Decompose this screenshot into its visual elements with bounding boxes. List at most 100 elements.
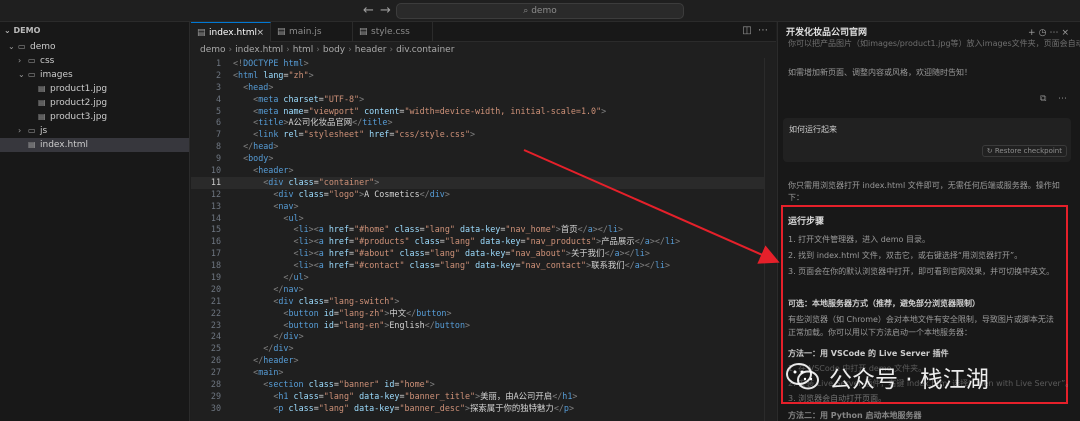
command-center-search[interactable]: ⌕ demo <box>396 3 684 19</box>
tree-item[interactable]: ⌄ ▭ demo <box>0 40 189 54</box>
code-line[interactable]: 5 <meta name="viewport" content="width=d… <box>191 106 776 118</box>
forward-arrow-icon[interactable]: → <box>380 3 391 18</box>
code-token: "lang-en" <box>338 319 385 330</box>
file-icon: ▤ <box>277 27 286 37</box>
code-line[interactable]: 13 <nav> <box>191 201 776 213</box>
more-icon[interactable]: ⋯ <box>1058 94 1067 104</box>
split-editor-icon[interactable]: ◫ <box>742 25 751 36</box>
code-token: > <box>429 379 435 390</box>
tree-item[interactable]: ▤ index.html <box>0 138 189 152</box>
line-source: <div class="logo">A Cosmetics</div> <box>233 189 450 201</box>
code-line[interactable]: 16 <li><a href="#products" class="lang" … <box>191 236 776 248</box>
code-token: "container" <box>318 176 375 187</box>
code-token: > <box>465 319 471 330</box>
close-icon[interactable]: × <box>256 23 264 43</box>
restore-checkpoint-button[interactable]: ↻ Restore checkpoint <box>981 145 1067 157</box>
line-source: <link rel="stylesheet" href="css/style.c… <box>233 129 475 141</box>
code-token: li <box>298 260 309 271</box>
tree-item[interactable]: ▤ product1.jpg <box>0 82 189 96</box>
breadcrumb-item[interactable]: html <box>293 45 314 55</box>
code-line[interactable]: 25 </div> <box>191 343 776 355</box>
code-token: "lang" <box>318 402 350 413</box>
tree-item-label: product3.jpg <box>50 112 108 122</box>
code-line[interactable]: 3 <head> <box>191 82 776 94</box>
code-line[interactable]: 19 </ul> <box>191 272 776 284</box>
code-line[interactable]: 9 <body> <box>191 153 776 165</box>
line-source: <section class="banner" id="home"> <box>233 379 435 391</box>
optional-title: 可选：本地服务器方式（推荐，避免部分浏览器限制） <box>788 299 980 308</box>
code-line[interactable]: 24 </div> <box>191 331 776 343</box>
code-token: li <box>298 236 309 247</box>
tab-main-js[interactable]: ▤ main.js <box>271 22 353 42</box>
line-source: <meta name="viewport" content="width=dev… <box>233 106 606 118</box>
code-line[interactable]: 21 <div class="lang-switch"> <box>191 296 776 308</box>
back-arrow-icon[interactable]: ← <box>363 3 374 18</box>
code-token: > <box>268 81 274 92</box>
code-line[interactable]: 17 <li><a href="#about" class="lang" dat… <box>191 248 776 260</box>
history-icon[interactable]: ◷ <box>1039 28 1050 38</box>
code-line[interactable]: 2 <html lang="zh"> <box>191 70 776 82</box>
breadcrumb-item[interactable]: demo <box>200 45 226 55</box>
code-token: > <box>446 307 452 318</box>
code-token: div <box>278 188 294 199</box>
add-icon[interactable]: + <box>1028 28 1039 38</box>
breadcrumb-item[interactable]: div.container <box>396 45 454 55</box>
tree-item[interactable]: ⌄ ▭ images <box>0 68 189 82</box>
code-token: "#about" <box>354 248 395 259</box>
explorer-section-header[interactable]: ⌄ DEMO <box>0 22 189 40</box>
code-line[interactable]: 8 </head> <box>191 141 776 153</box>
code-token: link <box>258 129 279 140</box>
tree-item[interactable]: › ▭ css <box>0 54 189 68</box>
line-source: <button id="lang-zh">中文</button> <box>233 307 452 320</box>
tree-item[interactable]: ▤ product2.jpg <box>0 96 189 110</box>
code-line[interactable]: 20 </nav> <box>191 284 776 296</box>
code-token: main <box>258 367 279 378</box>
code-line[interactable]: 28 <section class="banner" id="home"> <box>191 379 776 391</box>
code-token: "logo" <box>328 188 360 199</box>
line-number: 11 <box>210 176 221 187</box>
code-token: href <box>323 236 350 247</box>
copy-icon[interactable]: ⧉ <box>1040 94 1046 104</box>
code-token: </ <box>552 390 563 401</box>
tab-style-css[interactable]: ▤ style.css <box>353 22 433 42</box>
code-line[interactable]: 22 <button id="lang-zh">中文</button> <box>191 308 776 320</box>
code-token: "css/style.css" <box>394 129 471 140</box>
code-line[interactable]: 6 <title>A公司化妆品官网</title> <box>191 117 776 129</box>
code-line[interactable]: 18 <li><a href="#contact" class="lang" d… <box>191 260 776 272</box>
code-line[interactable]: 1 <!DOCTYPE html> <box>191 58 776 70</box>
code-view[interactable]: 1 <!DOCTYPE html> 2 <html lang="zh"> 3 <head… <box>191 58 776 421</box>
tab-index-html[interactable]: ▤ index.html × <box>191 22 271 42</box>
code-token: class <box>283 176 314 187</box>
tree-item[interactable]: ▤ product3.jpg <box>0 110 189 124</box>
close-icon[interactable]: × <box>1061 28 1072 38</box>
breadcrumb-item[interactable]: header <box>355 45 387 55</box>
code-line[interactable]: 12 <div class="logo">A Cosmetics</div> <box>191 189 776 201</box>
code-token: < <box>233 236 299 247</box>
code-token: ul <box>293 272 304 283</box>
code-token: li <box>634 248 645 259</box>
code-line[interactable]: 29 <h1 class="lang" data-key="banner_tit… <box>191 391 776 403</box>
code-token: "zh" <box>288 69 309 80</box>
breadcrumb-item[interactable]: index.html <box>235 45 283 55</box>
more-actions-icon[interactable]: ⋯ <box>758 25 768 36</box>
tree-item[interactable]: › ▭ js <box>0 124 189 138</box>
code-token: > <box>288 343 294 354</box>
code-line[interactable]: 30 <p class="lang" data-key="banner_desc… <box>191 403 776 415</box>
code-line[interactable]: 14 <ul> <box>191 213 776 225</box>
code-line[interactable]: 11 <div class="container"> <box>191 176 776 189</box>
code-token: ul <box>288 212 299 223</box>
code-line[interactable]: 4 <meta charset="UTF-8"> <box>191 94 776 106</box>
code-line[interactable]: 10 <header> <box>191 165 776 177</box>
code-token: div <box>278 295 294 306</box>
code-line[interactable]: 15 <li><a href="#home" class="lang" data… <box>191 224 776 236</box>
code-line[interactable]: 23 <button id="lang-en">English</button> <box>191 320 776 332</box>
code-line[interactable]: 26 </header> <box>191 355 776 367</box>
line-source: <nav> <box>233 201 298 213</box>
code-token: A公司化妆品官网 <box>288 117 353 128</box>
minimap[interactable] <box>764 58 776 421</box>
more-icon[interactable]: ⋯ <box>1049 28 1061 38</box>
code-token: </ <box>604 248 615 259</box>
code-line[interactable]: 27 <main> <box>191 367 776 379</box>
code-line[interactable]: 7 <link rel="stylesheet" href="css/style… <box>191 129 776 141</box>
breadcrumb-item[interactable]: body <box>323 45 345 55</box>
